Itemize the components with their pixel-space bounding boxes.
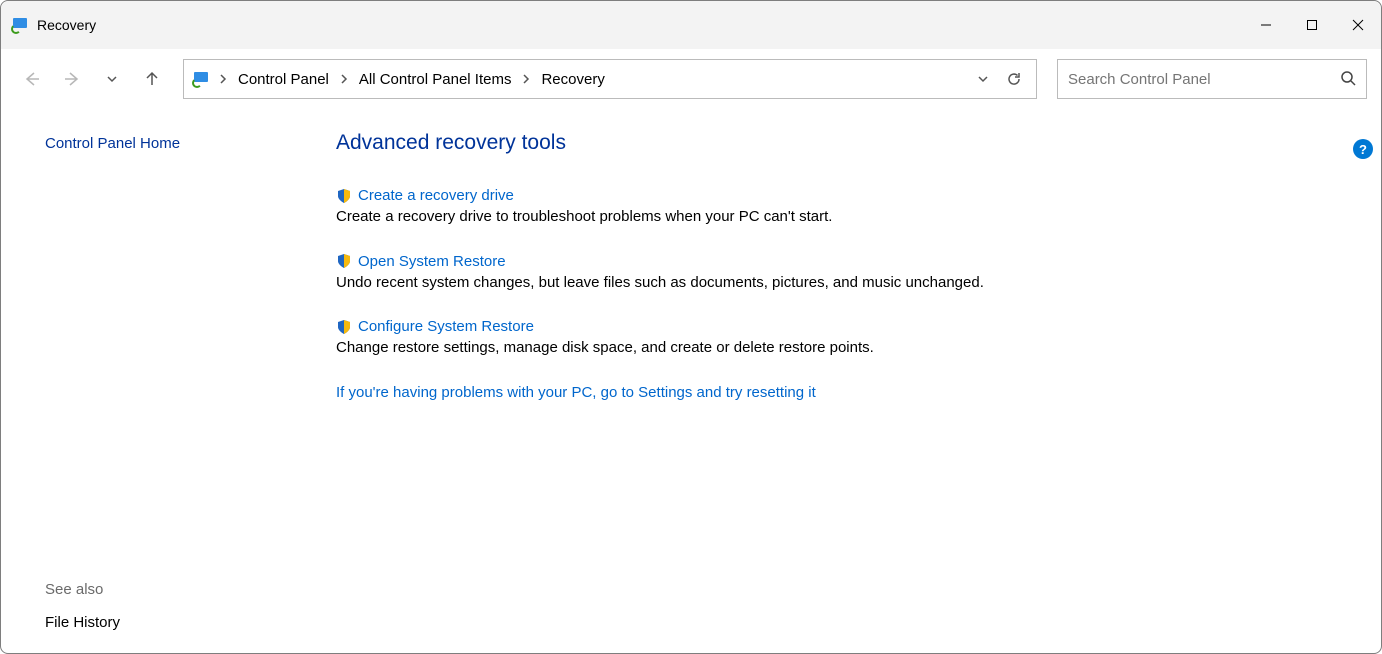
- tool-description: Change restore settings, manage disk spa…: [336, 337, 1341, 360]
- tool-description: Create a recovery drive to troubleshoot …: [336, 206, 1341, 229]
- minimize-button[interactable]: [1243, 1, 1289, 49]
- chevron-down-icon[interactable]: [972, 62, 994, 96]
- window-title: Recovery: [37, 17, 96, 33]
- address-bar[interactable]: Control Panel All Control Panel Items Re…: [183, 59, 1037, 99]
- breadcrumb-item[interactable]: Control Panel: [236, 71, 331, 88]
- tool-configure-system-restore: Configure System Restore Change restore …: [336, 318, 1341, 360]
- recent-locations-button[interactable]: [95, 62, 129, 96]
- recovery-window-icon: [11, 16, 29, 34]
- tool-open-system-restore: Open System Restore Undo recent system c…: [336, 253, 1341, 295]
- control-panel-home-link[interactable]: Control Panel Home: [45, 131, 296, 156]
- nav-up-button[interactable]: [135, 62, 169, 96]
- tool-link[interactable]: Configure System Restore: [358, 318, 534, 335]
- see-also-file-history-link[interactable]: File History: [45, 612, 296, 633]
- tool-link[interactable]: Create a recovery drive: [358, 187, 514, 204]
- refresh-button[interactable]: [1000, 62, 1028, 96]
- close-button[interactable]: [1335, 1, 1381, 49]
- shield-icon: [336, 188, 352, 204]
- chevron-right-icon[interactable]: [337, 72, 351, 87]
- tool-description: Undo recent system changes, but leave fi…: [336, 272, 1341, 295]
- search-box[interactable]: [1057, 59, 1367, 99]
- breadcrumb-item[interactable]: All Control Panel Items: [357, 71, 514, 88]
- search-icon[interactable]: [1340, 70, 1356, 89]
- toolbar: Control Panel All Control Panel Items Re…: [1, 49, 1381, 109]
- nav-forward-button[interactable]: [55, 62, 89, 96]
- content-area: Control Panel Home See also File History…: [1, 109, 1381, 653]
- sidebar: Control Panel Home See also File History: [1, 109, 296, 653]
- search-input[interactable]: [1068, 71, 1340, 88]
- see-also-heading: See also: [45, 581, 296, 598]
- chevron-right-icon[interactable]: [216, 72, 230, 87]
- titlebar: Recovery: [1, 1, 1381, 49]
- tool-create-recovery-drive: Create a recovery drive Create a recover…: [336, 187, 1341, 229]
- shield-icon: [336, 253, 352, 269]
- nav-back-button[interactable]: [15, 62, 49, 96]
- page-heading: Advanced recovery tools: [336, 131, 1341, 155]
- breadcrumb-item[interactable]: Recovery: [539, 71, 606, 88]
- tool-link[interactable]: Open System Restore: [358, 253, 506, 270]
- reset-pc-link[interactable]: If you're having problems with your PC, …: [336, 384, 1341, 401]
- chevron-right-icon[interactable]: [519, 72, 533, 87]
- main-panel: Advanced recovery tools Create a recover…: [296, 109, 1381, 653]
- address-bar-icon: [192, 70, 210, 88]
- shield-icon: [336, 319, 352, 335]
- maximize-button[interactable]: [1289, 1, 1335, 49]
